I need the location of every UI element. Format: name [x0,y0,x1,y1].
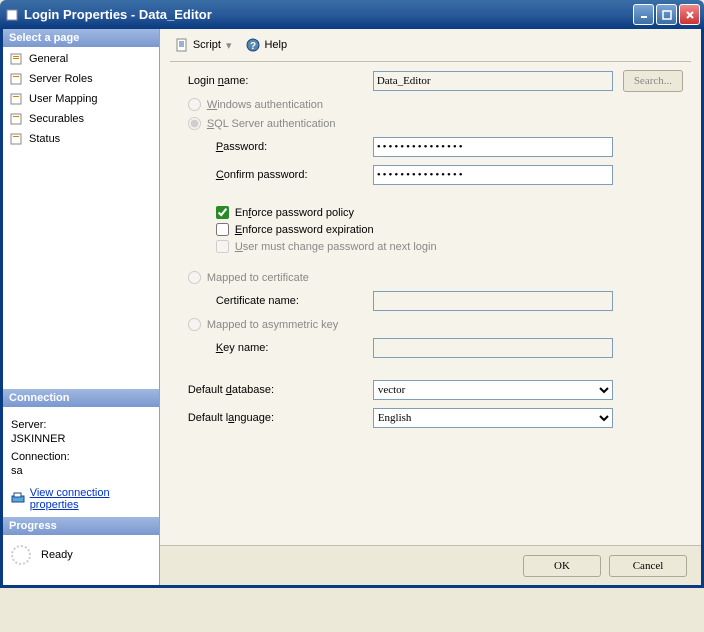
progress-status: Ready [41,549,73,561]
connection-header: Connection [3,389,159,407]
enforce-expiration-label: Enforce password expiration [235,224,374,236]
server-label: Server: [11,419,151,431]
left-panel: Select a page General Server Roles User … [3,29,160,585]
server-value: JSKINNER [11,433,151,445]
close-button[interactable] [679,4,700,25]
login-name-input[interactable] [373,71,613,91]
svg-text:?: ? [250,41,256,52]
minimize-button[interactable] [633,4,654,25]
windows-auth-radio-input [188,98,201,111]
page-server-roles[interactable]: Server Roles [3,69,159,89]
button-bar: OK Cancel [160,545,701,585]
progress-spinner-icon [11,545,31,565]
windows-auth-radio: Windows authentication [178,98,683,111]
page-label: General [29,53,68,65]
search-button[interactable]: Search... [623,70,683,92]
select-page-header: Select a page [3,29,159,47]
password-input[interactable] [373,137,613,157]
help-label: Help [264,39,287,51]
page-status[interactable]: Status [3,129,159,149]
key-name-input [373,338,613,358]
view-connection-properties-link[interactable]: View connection properties [30,487,151,511]
mapped-asym-radio: Mapped to asymmetric key [178,318,683,331]
page-icon [9,51,25,67]
mapped-asym-radio-input [188,318,201,331]
cancel-button[interactable]: Cancel [609,555,687,577]
help-button[interactable]: ? Help [241,35,291,55]
page-icon [9,111,25,127]
page-user-mapping[interactable]: User Mapping [3,89,159,109]
enforce-policy-checkbox[interactable] [216,206,229,219]
mapped-cert-radio: Mapped to certificate [178,271,683,284]
login-name-label: Login name: [178,75,373,87]
page-icon [9,71,25,87]
password-label: Password: [178,141,373,153]
default-lang-select[interactable]: English [373,408,613,428]
page-icon [9,91,25,107]
page-securables[interactable]: Securables [3,109,159,129]
toolbar: Script ▾ ? Help [160,29,701,61]
enforce-policy-checkbox-row[interactable]: Enforce password policy [178,206,683,219]
page-icon [9,131,25,147]
titlebar: Login Properties - Data_Editor [0,0,704,29]
cert-name-label: Certificate name: [178,295,373,307]
ok-button[interactable]: OK [523,555,601,577]
sql-auth-radio: SQL Server authentication [178,117,683,130]
page-general[interactable]: General [3,49,159,69]
must-change-label: User must change password at next login [235,241,437,253]
page-label: Server Roles [29,73,93,85]
help-icon: ? [245,37,261,53]
default-db-select[interactable]: vector [373,380,613,400]
connection-value: sa [11,465,151,477]
dropdown-icon: ▾ [224,39,234,52]
page-label: User Mapping [29,93,97,105]
script-label: Script [193,39,221,51]
toolbar-divider [170,61,691,62]
connection-props-icon [11,491,26,507]
cert-name-input [373,291,613,311]
must-change-checkbox-row: User must change password at next login [178,240,683,253]
page-list: General Server Roles User Mapping Secura… [3,47,159,151]
enforce-policy-label: Enforce password policy [235,207,354,219]
confirm-password-input[interactable] [373,165,613,185]
enforce-expiration-checkbox[interactable] [216,223,229,236]
default-lang-label: Default language: [178,412,373,424]
default-db-label: Default database: [178,384,373,396]
script-icon [174,37,190,53]
connection-label: Connection: [11,451,151,463]
mapped-cert-radio-input [188,271,201,284]
window-title: Login Properties - Data_Editor [24,7,633,22]
must-change-checkbox [216,240,229,253]
key-name-label: Key name: [178,342,373,354]
page-label: Status [29,133,60,145]
app-icon [4,7,20,23]
enforce-expiration-checkbox-row[interactable]: Enforce password expiration [178,223,683,236]
script-button[interactable]: Script ▾ [170,35,238,55]
page-label: Securables [29,113,84,125]
sql-auth-radio-input [188,117,201,130]
confirm-password-label: Confirm password: [178,169,373,181]
maximize-button[interactable] [656,4,677,25]
progress-header: Progress [3,517,159,535]
right-panel: Script ▾ ? Help Login name: Search... Wi… [160,29,701,585]
